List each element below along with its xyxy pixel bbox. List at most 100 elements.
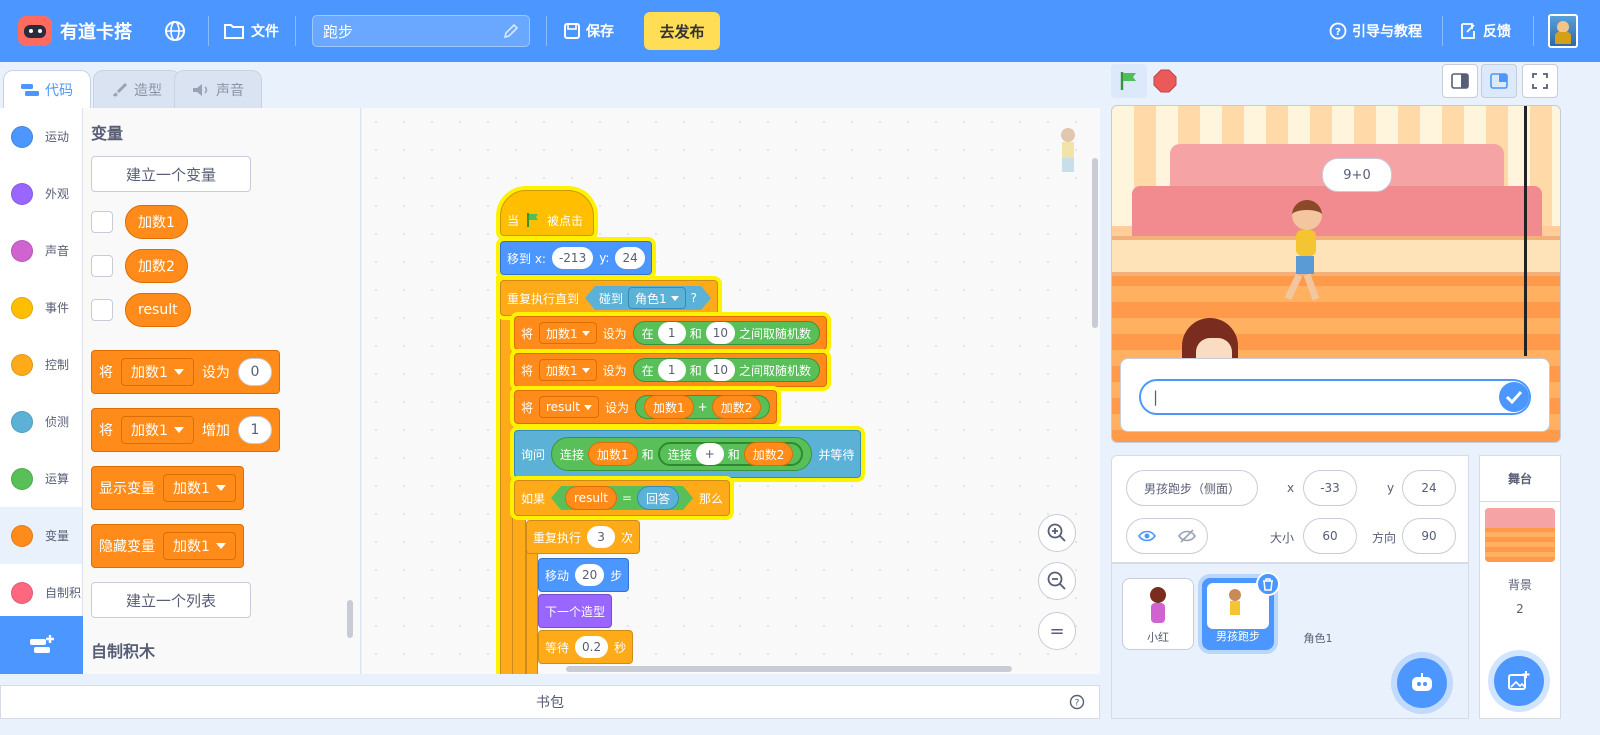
variable-reporter[interactable]: 加数2 [743, 442, 794, 466]
answer-submit-button[interactable] [1499, 382, 1529, 412]
make-list-button[interactable]: 建立一个列表 [91, 582, 251, 618]
ask-and-wait-block[interactable]: 询问 连接 加数1 和 连接 + 和 加数2 并等待 [514, 430, 862, 478]
script-workspace[interactable]: 当 被点击 移到 x: -213 y: 24 重复执行直到 碰到 角色1 ? 将… [362, 108, 1100, 674]
category-control[interactable]: 控制 [0, 336, 82, 393]
wait-seconds-input[interactable]: 0.2 [575, 636, 609, 658]
move-steps-block[interactable]: 移动 20 步 [538, 558, 630, 592]
zoom-reset-button[interactable]: = [1038, 612, 1076, 650]
small-stage-button[interactable] [1442, 64, 1478, 98]
category-my-blocks[interactable]: 自制积 [0, 564, 82, 621]
x-position-input[interactable]: -33 [1303, 470, 1357, 506]
sprite-thumb-boy[interactable]: 男孩跑步 [1202, 572, 1280, 650]
set-result-block[interactable]: 将 result 设为 加数1 + 加数2 [514, 390, 778, 424]
random-from-input[interactable]: 1 [657, 322, 686, 344]
backdrop-thumbnail[interactable] [1485, 508, 1555, 562]
backpack-bar[interactable]: 书包 ? [0, 685, 1100, 719]
size-input[interactable]: 60 [1303, 518, 1357, 554]
visibility-toggle[interactable] [1126, 518, 1208, 554]
variable-reporter[interactable]: result [125, 293, 191, 327]
user-avatar[interactable] [1548, 14, 1578, 48]
sprite-thumb-xiaohong[interactable]: 小红 [1122, 578, 1194, 650]
direction-input[interactable]: 90 [1402, 518, 1456, 554]
random-operator[interactable]: 在 1 和 10 之间取随机数 [632, 321, 820, 345]
variable-dropdown[interactable]: 加数1 [163, 532, 236, 560]
answer-reporter[interactable]: 回答 [637, 486, 679, 510]
variable-reporter[interactable]: 加数2 [711, 395, 762, 419]
variable-dropdown[interactable]: 加数1 [539, 322, 597, 344]
brand-logo[interactable]: 有道卡搭 [18, 16, 132, 46]
set-variable-block[interactable]: 将 加数1 设为 0 [91, 350, 280, 394]
variable-reporter[interactable]: result [565, 486, 617, 510]
delete-sprite-button[interactable] [1256, 572, 1280, 596]
variable-reporter[interactable]: 加数1 [125, 205, 188, 239]
workspace-vertical-scrollbar[interactable] [1092, 158, 1098, 328]
add-sprite-button[interactable] [1397, 658, 1447, 708]
variable-dropdown[interactable]: 加数1 [163, 474, 236, 502]
category-looks[interactable]: 外观 [0, 165, 82, 222]
repeat-until-block[interactable]: 重复执行直到 碰到 角色1 ? [500, 280, 719, 316]
boy-sprite[interactable] [1284, 200, 1330, 306]
touching-condition[interactable]: 碰到 角色1 ? [585, 286, 711, 310]
zoom-in-button[interactable] [1038, 514, 1076, 552]
fullscreen-button[interactable] [1522, 64, 1558, 98]
touching-target-dropdown[interactable]: 角色1 [628, 287, 686, 309]
sprite-name-input[interactable]: 男孩跑步（侧面） [1126, 470, 1258, 506]
stage-selector[interactable]: 舞台 背景 2 [1479, 455, 1561, 719]
show-variable-block[interactable]: 显示变量 加数1 [91, 466, 244, 510]
hide-variable-block[interactable]: 隐藏变量 加数1 [91, 524, 244, 568]
category-motion[interactable]: 运动 [0, 108, 82, 165]
answer-input[interactable]: | [1139, 379, 1531, 415]
y-position-input[interactable]: 24 [1402, 470, 1456, 506]
language-button[interactable] [164, 20, 186, 42]
variable-reporter[interactable]: 加数2 [125, 249, 188, 283]
variable-checkbox[interactable] [91, 211, 113, 233]
if-then-block[interactable]: 如果 result = 回答 那么 [514, 480, 731, 516]
tab-code[interactable]: 代码 [3, 70, 91, 108]
join-text-input[interactable]: + [695, 443, 724, 465]
variable-reporter[interactable]: 加数1 [643, 395, 694, 419]
steps-input[interactable]: 20 [575, 564, 605, 586]
eye-icon[interactable] [1138, 530, 1156, 542]
workspace-horizontal-scrollbar[interactable] [566, 666, 1012, 672]
tutorial-button[interactable]: ? 引导与教程 [1329, 21, 1422, 41]
set-variable-random-block[interactable]: 将 加数1 设为 在 1 和 10 之间取随机数 [514, 353, 827, 387]
variable-reporter[interactable]: 加数1 [588, 442, 638, 466]
category-operators[interactable]: 运算 [0, 450, 82, 507]
palette-scrollbar[interactable] [347, 600, 353, 638]
repeat-block[interactable]: 重复执行 3 次 [526, 520, 641, 554]
equals-condition[interactable]: result = 回答 [551, 486, 693, 510]
join-operator[interactable]: 连接 + 和 加数2 [657, 442, 804, 466]
stop-button[interactable] [1152, 64, 1178, 98]
wait-block[interactable]: 等待 0.2 秒 [538, 630, 634, 664]
large-stage-button[interactable] [1481, 64, 1517, 98]
stage-canvas[interactable]: 9+0 | [1111, 105, 1561, 443]
random-operator[interactable]: 在 1 和 10 之间取随机数 [632, 358, 820, 382]
add-operator[interactable]: 加数1 + 加数2 [634, 395, 771, 419]
next-costume-block[interactable]: 下一个造型 [538, 594, 613, 628]
y-input[interactable]: 24 [615, 247, 645, 269]
make-variable-button[interactable]: 建立一个变量 [91, 156, 251, 192]
variable-dropdown[interactable]: 加数1 [121, 416, 194, 444]
repeat-count-input[interactable]: 3 [587, 526, 616, 548]
random-to-input[interactable]: 10 [705, 359, 735, 381]
add-backdrop-button[interactable] [1494, 656, 1544, 706]
variable-dropdown[interactable]: 加数1 [121, 358, 194, 386]
save-button[interactable]: 保存 [563, 21, 614, 41]
variable-checkbox[interactable] [91, 299, 113, 321]
variable-dropdown[interactable]: result [539, 396, 599, 418]
random-to-input[interactable]: 10 [705, 322, 735, 344]
category-sensing[interactable]: 侦测 [0, 393, 82, 450]
value-input[interactable]: 1 [237, 416, 272, 444]
change-variable-block[interactable]: 将 加数1 增加 1 [91, 408, 280, 452]
add-extension-button[interactable] [0, 616, 83, 674]
zoom-out-button[interactable] [1038, 562, 1076, 600]
eye-off-icon[interactable] [1178, 529, 1196, 543]
category-sound[interactable]: 声音 [0, 222, 82, 279]
variable-dropdown[interactable]: 加数1 [539, 359, 597, 381]
go-to-xy-block[interactable]: 移到 x: -213 y: 24 [500, 241, 652, 275]
tab-costumes[interactable]: 造型 [93, 70, 181, 108]
project-title-input[interactable]: 跑步 [312, 15, 530, 47]
variable-checkbox[interactable] [91, 255, 113, 277]
file-menu[interactable]: 文件 [223, 21, 279, 41]
green-flag-button[interactable] [1111, 64, 1147, 98]
